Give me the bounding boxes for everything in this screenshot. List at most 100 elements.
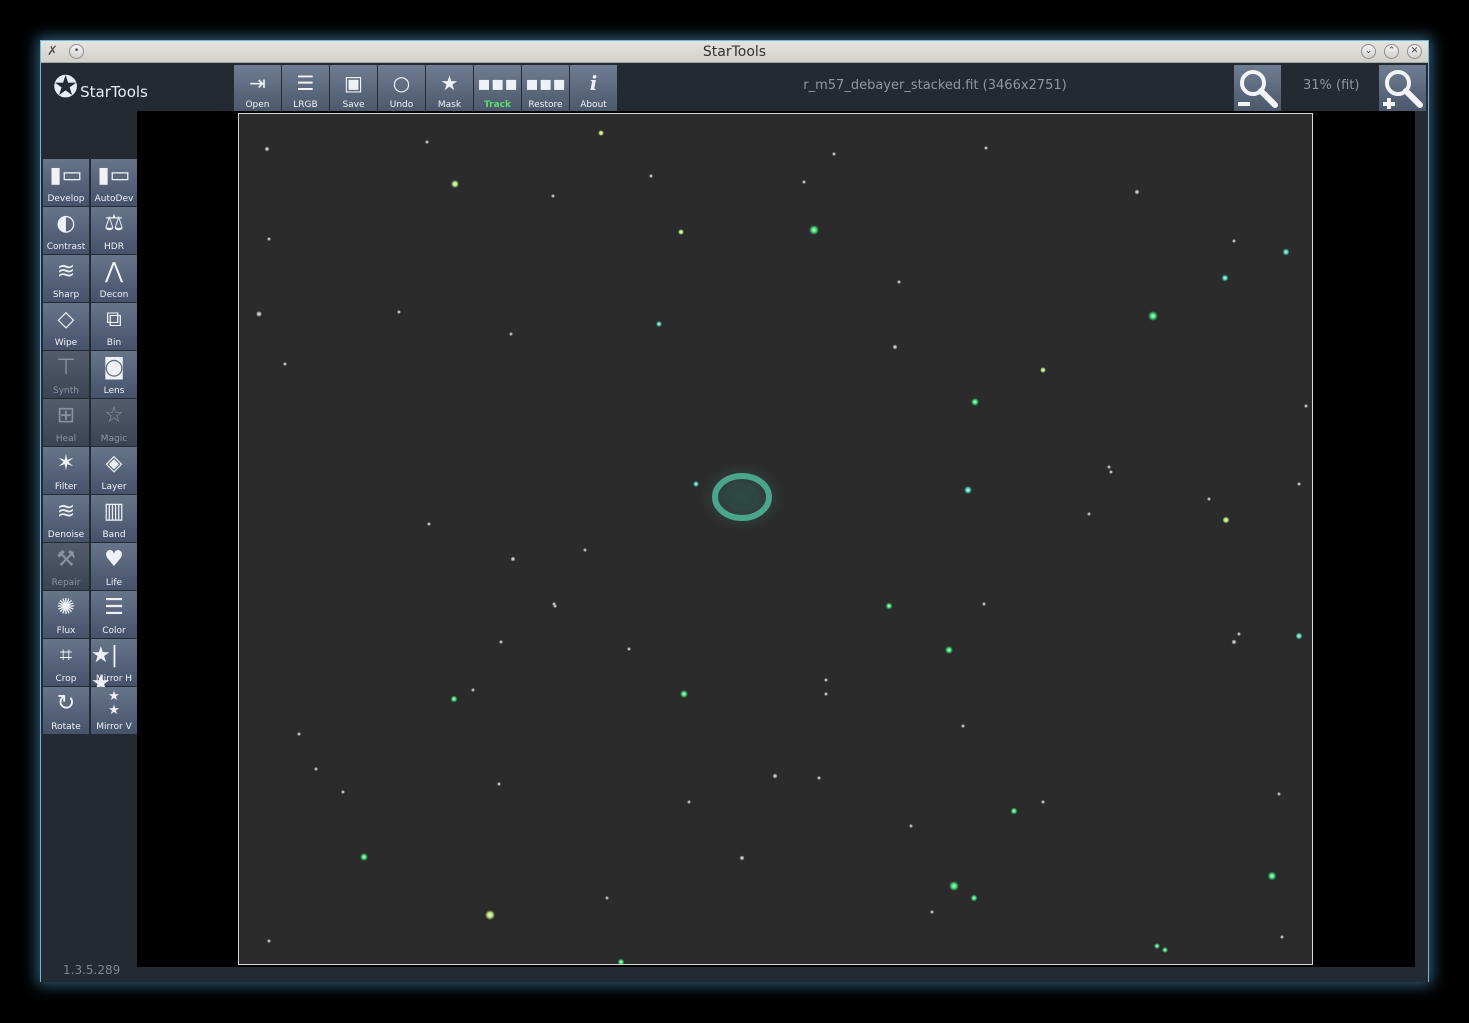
tool-color[interactable]: ☰ Color [91, 591, 137, 638]
camera-icon: ◙ [103, 355, 125, 380]
wrench-icon: ⚒ [56, 547, 76, 572]
image-viewport[interactable] [137, 111, 1415, 967]
tool-label: Repair [51, 578, 81, 588]
file-name: r_m57_debayer_stacked.fit (3466x2751) [803, 78, 1067, 93]
about-button[interactable]: i About [570, 65, 617, 111]
tool-label: HDR [104, 242, 124, 252]
tool-label: Contrast [46, 242, 86, 252]
tool-mirror-v[interactable]: ★ ★ Mirror V [91, 687, 137, 734]
waves-icon: ≋ [56, 499, 76, 524]
save-button[interactable]: ▣ Save [330, 65, 377, 111]
app-window: ✗ • StarTools ⌄ ⌃ ✕ ✪ StarTools ⇥ Open ☰… [40, 40, 1429, 982]
tool-autodev[interactable]: ▮▭ AutoDev [91, 159, 137, 206]
mirror-h-icon: ★|★ [91, 643, 119, 696]
rotate-icon: ↻ [56, 691, 76, 716]
tool-mirror-h[interactable]: ★|★ Mirror H [91, 639, 137, 696]
mask-button[interactable]: ★ Mask [426, 65, 473, 111]
tool-label: Heal [55, 434, 77, 444]
tool-filter[interactable]: ✶ Filter [43, 447, 89, 494]
tool-magic[interactable]: ☆ Magic [91, 399, 137, 446]
tool-crop[interactable]: ⌗ Crop [43, 639, 89, 686]
open-button[interactable]: ⇥ Open [234, 65, 281, 111]
tool-lens[interactable]: ◙ Lens [91, 351, 137, 398]
tool-label: Lens [103, 386, 125, 396]
undo-button[interactable]: ○ Undo [378, 65, 425, 111]
track-icon: ▪▪▪ [477, 71, 518, 95]
minimize-button[interactable]: ⌄ [1361, 44, 1376, 59]
tool-contrast[interactable]: ◐ Contrast [43, 207, 89, 254]
mask-icon: ★ [440, 71, 459, 95]
tool-rotate[interactable]: ↻ Rotate [43, 687, 89, 734]
star-outline-icon: ☆ [104, 403, 124, 428]
tool-synth[interactable]: ⊤ Synth [43, 351, 89, 398]
tool-label: Wipe [54, 338, 78, 348]
title-bar[interactable]: ✗ • StarTools ⌄ ⌃ ✕ [41, 41, 1428, 63]
tool-layer[interactable]: ◈ Layer [91, 447, 137, 494]
tool-label: Color [102, 626, 126, 636]
restore-button[interactable]: ▪▪▪ Restore [522, 65, 569, 111]
open-label: Open [245, 100, 270, 110]
zoom-in-button[interactable] [1379, 65, 1426, 111]
undo-label: Undo [389, 100, 414, 110]
tool-label: Bin [106, 338, 122, 348]
tool-label: Layer [101, 482, 127, 492]
tool-develop[interactable]: ▮▭ Develop [43, 159, 89, 206]
tool-denoise[interactable]: ≋ Denoise [43, 495, 89, 542]
tool-label: Denoise [47, 530, 85, 540]
tool-label: Band [102, 530, 126, 540]
zoom-in-icon [1382, 70, 1423, 109]
maximize-button[interactable]: ⌃ [1384, 44, 1399, 59]
open-icon: ⇥ [249, 71, 266, 95]
lrgb-icon: ☰ [296, 71, 315, 95]
tool-hdr[interactable]: ⚖ HDR [91, 207, 137, 254]
astro-image[interactable] [238, 113, 1313, 965]
peak-icon: ⋀ [104, 259, 124, 284]
mirror-v-icon: ★ ★ [108, 689, 120, 718]
tool-label: Develop [47, 194, 85, 204]
restore-icon: ▪▪▪ [525, 71, 566, 95]
lrgb-label: LRGB [293, 100, 318, 110]
tool-label: Crop [55, 674, 77, 684]
tool-life[interactable]: ♥ Life [91, 543, 137, 590]
zoom-out-button[interactable] [1234, 65, 1281, 111]
track-label: Track [484, 100, 511, 110]
tool-flux[interactable]: ✺ Flux [43, 591, 89, 638]
tool-bin[interactable]: ⧉ Bin [91, 303, 137, 350]
film-icon: ▮▭ [49, 163, 83, 188]
tool-sharp[interactable]: ≋ Sharp [43, 255, 89, 302]
about-icon: i [589, 71, 598, 95]
tool-band[interactable]: ▥ Band [91, 495, 137, 542]
crop-icon: ⌗ [59, 643, 73, 668]
tool-heal[interactable]: ⊞ Heal [43, 399, 89, 446]
tool-label: Flux [56, 626, 76, 636]
mask-label: Mask [437, 100, 462, 110]
tool-label: Decon [99, 290, 129, 300]
contrast-icon: ◐ [56, 211, 76, 236]
lrgb-button[interactable]: ☰ LRGB [282, 65, 329, 111]
star-logo-icon: ✪ [53, 69, 79, 105]
tool-label: Rotate [51, 722, 81, 732]
tool-label: Filter [54, 482, 78, 492]
app-content: ✪ StarTools ⇥ Open ☰ LRGB ▣ Save ○ Undo … [41, 63, 1428, 982]
tool-decon[interactable]: ⋀ Decon [91, 255, 137, 302]
undo-icon: ○ [392, 71, 411, 95]
sliders-icon: ☰ [104, 595, 124, 620]
tool-label: Magic [100, 434, 128, 444]
wiper-icon: ◇ [57, 307, 75, 332]
close-button[interactable]: ✕ [1407, 44, 1422, 59]
tool-wipe[interactable]: ◇ Wipe [43, 303, 89, 350]
tool-label: Mirror V [96, 722, 132, 732]
save-icon: ▣ [344, 71, 363, 95]
tool-repair[interactable]: ⚒ Repair [43, 543, 89, 590]
tool-label: Sharp [52, 290, 80, 300]
restore-label: Restore [528, 100, 563, 110]
window-title: StarTools [702, 44, 767, 60]
save-label: Save [342, 100, 365, 110]
film-icon: ▮▭ [97, 163, 131, 188]
barcode-icon: ▥ [103, 499, 125, 524]
scales-icon: ⚖ [104, 211, 124, 236]
tool-label: Life [105, 578, 123, 588]
starburst-icon: ✶ [56, 451, 76, 476]
track-button[interactable]: ▪▪▪ Track [474, 65, 521, 111]
flux-icon: ✺ [56, 595, 76, 620]
